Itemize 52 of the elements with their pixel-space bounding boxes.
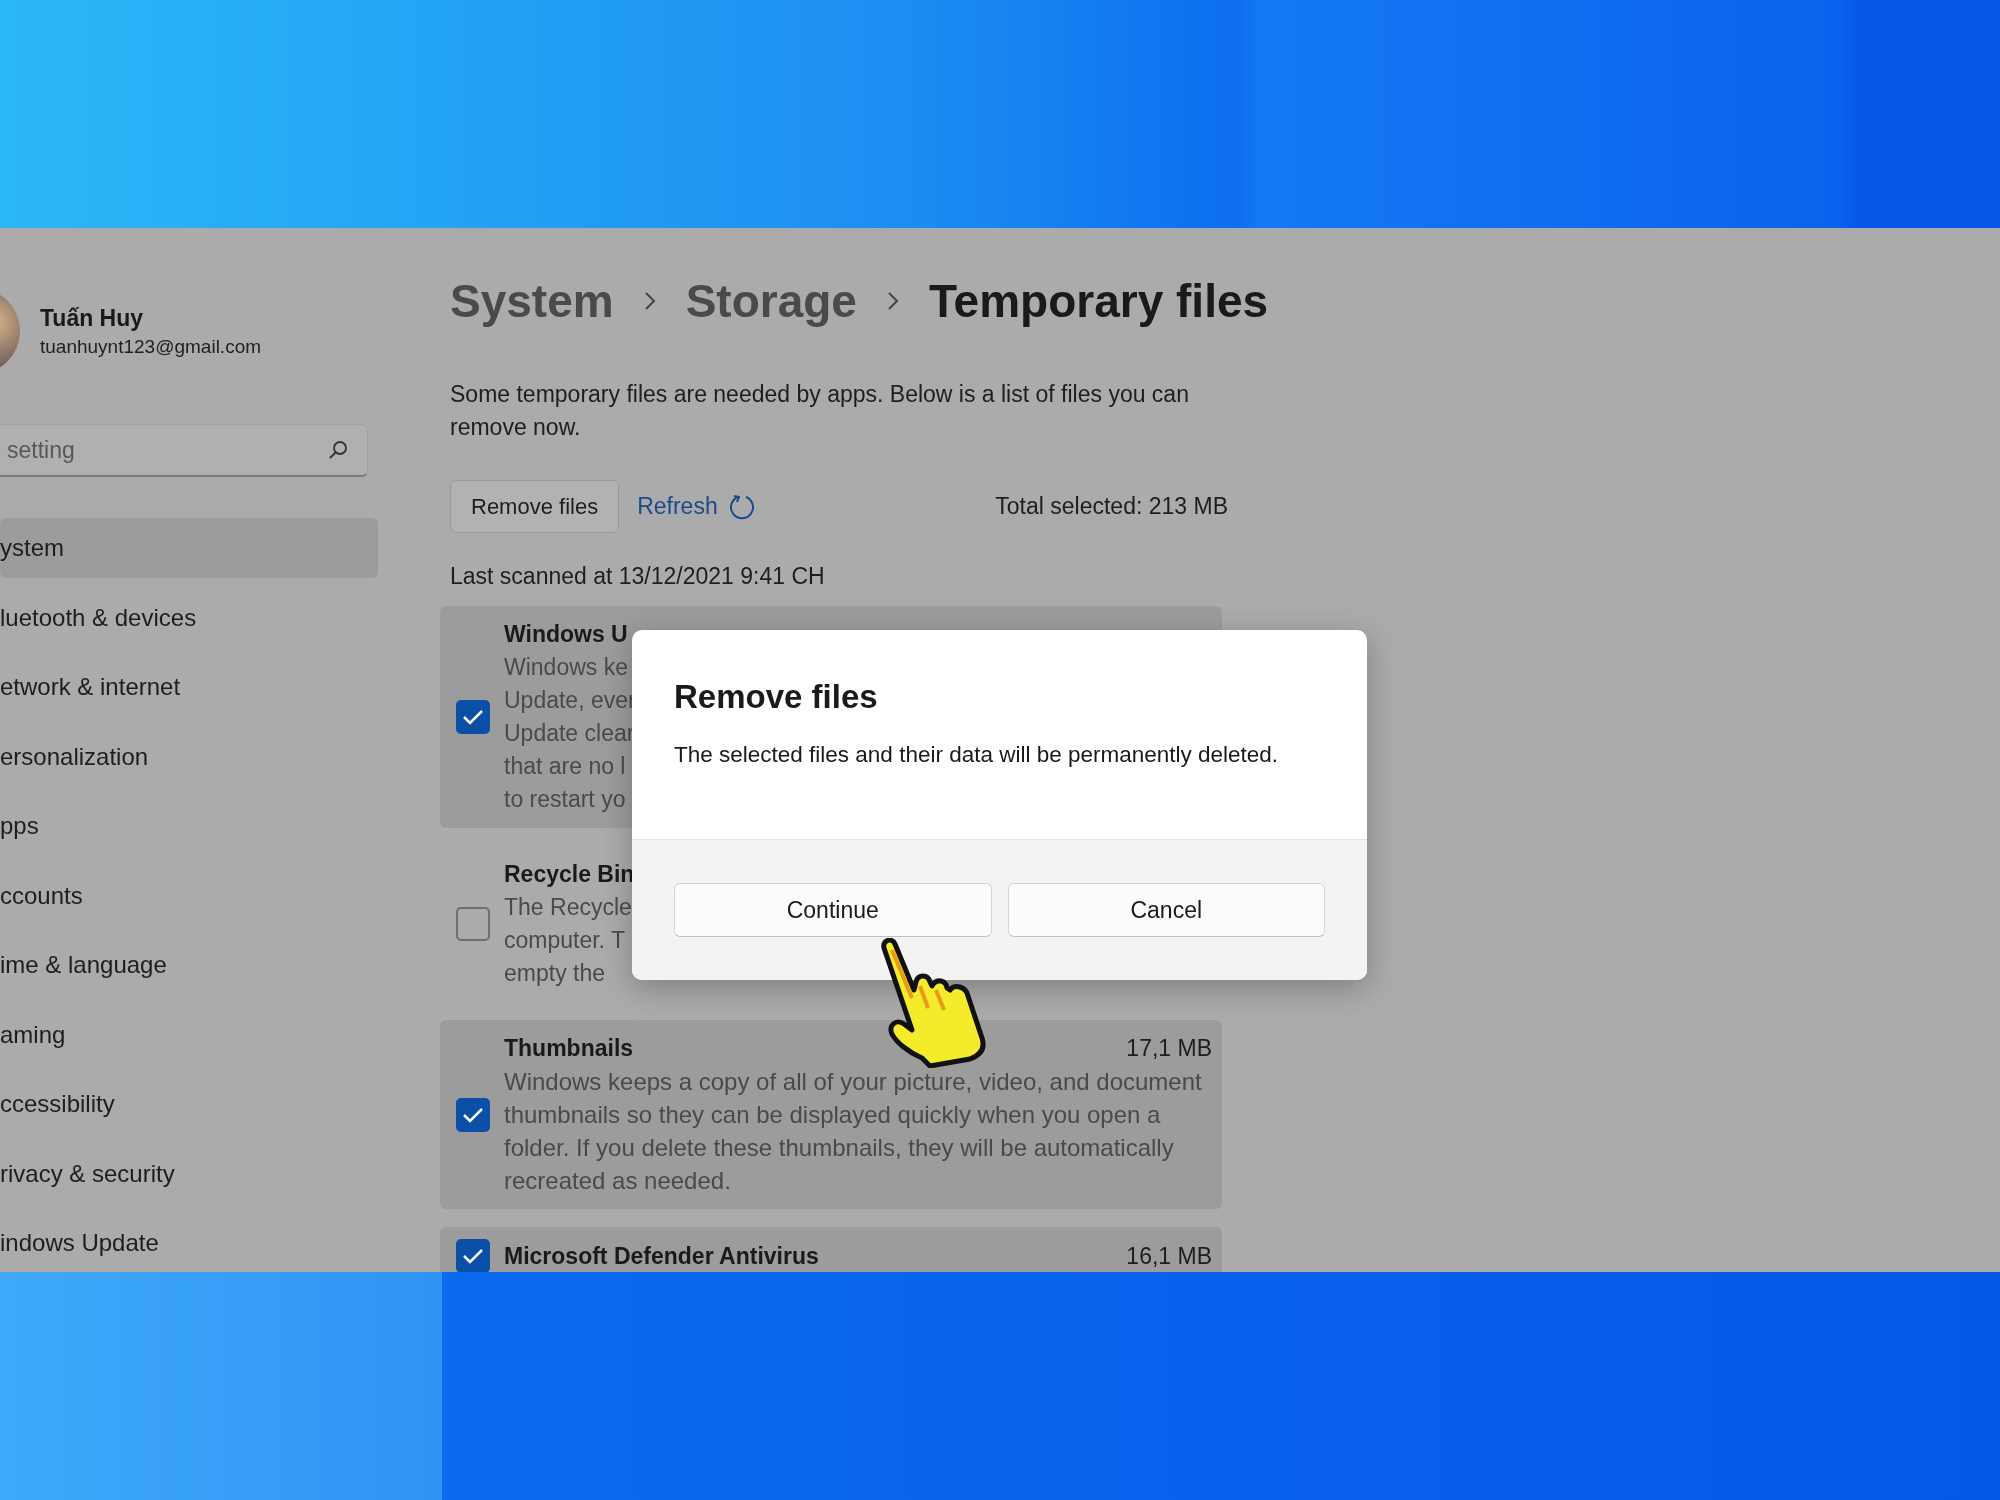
- user-name: Tuấn Huy: [40, 304, 145, 332]
- category-size: 17,1 MB: [1126, 1034, 1212, 1063]
- description-line: Update, ever: [504, 686, 636, 715]
- nav-item[interactable]: ystem: [0, 518, 378, 578]
- nav-item[interactable]: etwork & internet: [0, 657, 378, 717]
- nav-item[interactable]: ime & language: [0, 935, 378, 995]
- breadcrumb-item: Temporary files: [928, 274, 1269, 328]
- description-line: to restart yo: [504, 785, 626, 814]
- breadcrumb-item[interactable]: System: [450, 274, 614, 328]
- chevron-icon: [886, 291, 899, 311]
- dialog-button[interactable]: Cancel: [1007, 883, 1325, 937]
- check-icon: [462, 1105, 484, 1124]
- breadcrumb-item[interactable]: Storage: [685, 274, 857, 328]
- search-field[interactable]: setting: [0, 424, 368, 477]
- check-icon: [462, 1247, 484, 1265]
- search-icon: [328, 440, 348, 460]
- description-line: Update clear: [504, 719, 635, 748]
- dialog-title: Remove files: [674, 678, 879, 716]
- chevron-icon: [643, 291, 656, 311]
- nav-item[interactable]: pps: [0, 796, 378, 856]
- description-line: computer. T: [504, 926, 626, 955]
- check-icon: [462, 708, 484, 726]
- nav-item[interactable]: aming: [0, 1004, 378, 1065]
- nav-item[interactable]: ccounts: [0, 865, 378, 926]
- description-line: Windows ke: [504, 653, 628, 682]
- remove-files-button[interactable]: Remove files: [450, 480, 620, 533]
- checkbox[interactable]: [456, 907, 490, 941]
- category-size: 16,1 MB: [1126, 1241, 1212, 1271]
- category-title: Thumbnails: [504, 1034, 634, 1063]
- category-title: Microsoft Defender Antivirus: [504, 1241, 819, 1271]
- nav-item[interactable]: ccessibility: [0, 1074, 378, 1134]
- description-line: The Recycle: [504, 893, 632, 922]
- dialog-message: The selected files and their data will be permanently deleted.: [674, 742, 1280, 768]
- refresh-icon: [727, 492, 756, 521]
- checkbox[interactable]: [456, 1097, 490, 1132]
- nav-item[interactable]: rivacy & security: [0, 1143, 378, 1204]
- nav-item[interactable]: ersonalization: [0, 726, 378, 787]
- category-title: Windows U: [504, 620, 628, 649]
- dialog-button[interactable]: Continue: [674, 883, 992, 937]
- nav-item[interactable]: luetooth & devices: [0, 587, 378, 648]
- total-selected: Total selected: 213 MB: [995, 493, 1228, 520]
- description-line: empty the: [504, 959, 605, 988]
- last-scanned: Last scanned at 13/12/2021 9:41 CH: [450, 563, 826, 590]
- description: Some temporary files are needed by apps. Below is a list of files you can remove now.: [450, 380, 1190, 442]
- checkbox[interactable]: [456, 1239, 490, 1272]
- category-title: Recycle Bin: [504, 860, 635, 889]
- category-description: Windows keeps a copy of all of your picture, video, and document thumbnails so they can be displayed quickly when you open a folder. If you delete these thumbnails, they will be automatically recreated as needed.: [504, 1067, 1203, 1196]
- checkbox[interactable]: [456, 700, 490, 734]
- description-line: that are no l: [504, 752, 626, 781]
- refresh-link[interactable]: Refresh: [637, 492, 756, 521]
- user-email: tuanhuynt123@gmail.com: [40, 335, 262, 358]
- nav-item[interactable]: indows Update: [0, 1213, 378, 1272]
